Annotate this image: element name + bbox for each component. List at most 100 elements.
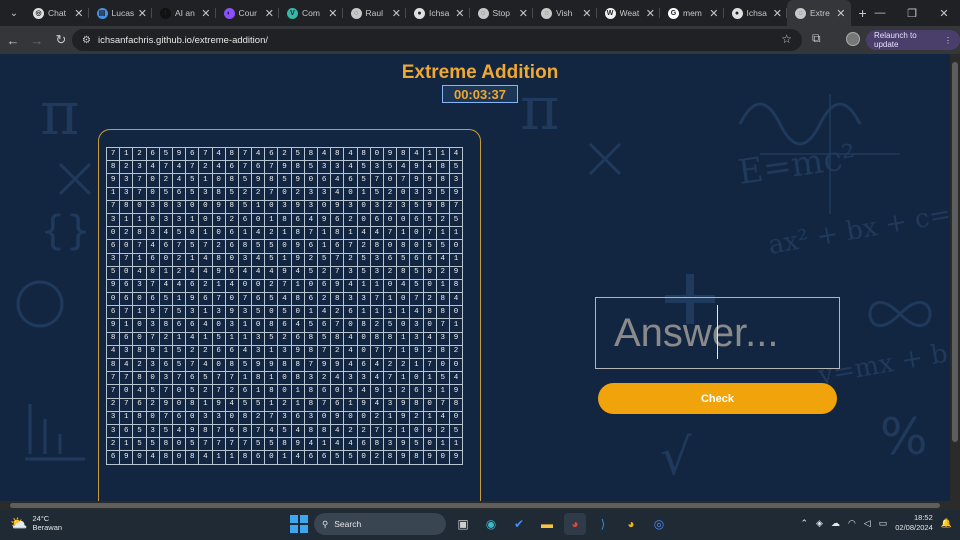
browser-tab[interactable]: Gmem ✕ xyxy=(660,0,724,26)
grid-cell: 5 xyxy=(409,437,424,452)
grid-cell: 7 xyxy=(211,384,226,399)
back-arrow-icon[interactable]: ← xyxy=(2,29,24,51)
clock[interactable]: 18:52 02/08/2024 xyxy=(895,513,933,533)
browser-tab[interactable]: ◌ Raul ✕ xyxy=(343,0,407,26)
grid-cell: 7 xyxy=(158,305,173,320)
battery-icon[interactable]: ▭ xyxy=(879,518,888,529)
grid-cell: 8 xyxy=(277,212,292,228)
tab-close-icon[interactable]: ✕ xyxy=(709,7,718,20)
reload-icon[interactable]: ↻ xyxy=(50,29,72,51)
browser-tab[interactable]: ● Ichsa ✕ xyxy=(406,0,470,26)
grid-cell: 7 xyxy=(264,410,279,425)
clock-date: 02/08/2024 xyxy=(895,523,933,532)
browser-tab[interactable]: W Weat ✕ xyxy=(597,0,661,26)
weather-widget[interactable]: ⛅ 24°C Berawan xyxy=(10,514,62,532)
task-view-icon[interactable]: ▣ xyxy=(452,513,474,535)
grid-cell: 4 xyxy=(211,160,226,175)
grid-cell: 6 xyxy=(105,450,121,465)
grid-cell: 1 xyxy=(185,252,200,267)
grid-cell: 9 xyxy=(185,423,200,439)
grid-cell: 5 xyxy=(211,331,226,346)
tab-search-chevron-icon[interactable]: ⌄ xyxy=(3,3,25,23)
wifi-icon[interactable]: ◠ xyxy=(848,518,856,529)
grid-cell: 2 xyxy=(343,252,358,267)
grid-row: 438915226643139872407719282 xyxy=(105,344,464,360)
browser-tab[interactable]: ◌ Extre ✕ xyxy=(787,0,851,26)
todo-icon[interactable]: ✔ xyxy=(508,513,530,535)
restore-icon[interactable]: ❐ xyxy=(896,0,928,26)
chrome-icon[interactable]: ◕ xyxy=(564,513,586,535)
tab-close-icon[interactable]: ✕ xyxy=(646,7,655,20)
close-window-icon[interactable]: ✕ xyxy=(928,0,960,26)
grid-row: 137056538522702334015203359 xyxy=(105,186,464,201)
tab-favicon-icon: V xyxy=(287,7,298,19)
vertical-scrollbar[interactable] xyxy=(950,54,960,501)
grid-cell: 8 xyxy=(105,331,121,346)
grid-cell: 1 xyxy=(435,278,450,294)
grid-cell: 8 xyxy=(211,252,226,267)
grid-cell: 4 xyxy=(435,410,450,425)
browser-tab[interactable]: ● Ichsa ✕ xyxy=(724,0,788,26)
grid-cell: 0 xyxy=(356,331,371,346)
tab-close-icon[interactable]: ✕ xyxy=(138,7,147,20)
browser-tab[interactable]: ◐ Cour ✕ xyxy=(216,0,280,26)
windows-start-icon[interactable] xyxy=(290,515,308,533)
more-menu-icon[interactable]: ⋮ xyxy=(944,36,952,45)
grid-cell: 7 xyxy=(211,292,226,307)
grid-cell: 4 xyxy=(264,423,279,439)
tab-close-icon[interactable]: ✕ xyxy=(74,7,83,20)
tab-favicon-icon: ◌ xyxy=(795,7,806,19)
grid-cell: 5 xyxy=(145,437,160,452)
grid-cell: 9 xyxy=(330,199,345,214)
volume-icon[interactable]: ◁ xyxy=(864,518,871,529)
browser-tab[interactable]: t AI an ✕ xyxy=(152,0,216,26)
grid-cell: 1 xyxy=(435,437,450,452)
hscroll-thumb[interactable] xyxy=(10,503,940,508)
grid-cell: 0 xyxy=(132,450,147,465)
taskbar-search[interactable]: ⚲ Search xyxy=(314,513,446,535)
bookmark-star-icon[interactable]: ☆ xyxy=(781,32,792,46)
browser-tab[interactable]: V Com ✕ xyxy=(279,0,343,26)
address-bar[interactable]: ⚙ ichsanfachris.github.io/extreme-additi… xyxy=(72,29,802,51)
grid-cell: 4 xyxy=(237,265,253,280)
grid-cell: 6 xyxy=(224,160,239,175)
relaunch-button[interactable]: Relaunch to update ⋮ xyxy=(866,30,960,50)
profile-avatar[interactable] xyxy=(846,32,860,46)
browser-tab[interactable]: ◎ Chat ✕ xyxy=(25,0,89,26)
grid-cell: 8 xyxy=(132,410,147,425)
tab-close-icon[interactable]: ✕ xyxy=(519,7,528,20)
tab-close-icon[interactable]: ✕ xyxy=(265,7,274,20)
network-icon[interactable]: ◈ xyxy=(816,518,823,529)
grid-cell: 3 xyxy=(277,344,292,360)
grid-cell: 7 xyxy=(198,146,213,162)
chevron-up-icon[interactable]: ⌃ xyxy=(800,518,808,529)
tab-close-icon[interactable]: ✕ xyxy=(201,7,210,20)
tab-close-icon[interactable]: ✕ xyxy=(773,7,782,20)
grid-cell: 4 xyxy=(343,160,358,175)
tab-close-icon[interactable]: ✕ xyxy=(455,7,464,20)
grid-cell: 0 xyxy=(211,357,226,373)
tab-close-icon[interactable]: ✕ xyxy=(392,7,401,20)
chrome-profile-icon[interactable]: ◕ xyxy=(620,513,642,535)
minimize-icon[interactable]: — xyxy=(864,0,896,26)
site-info-icon[interactable]: ⚙ xyxy=(82,35,91,46)
notification-bell-icon[interactable]: 🔔 xyxy=(941,518,952,529)
extensions-icon[interactable]: ⧉ xyxy=(812,31,821,46)
tab-close-icon[interactable]: ✕ xyxy=(836,7,845,20)
check-button[interactable]: Check xyxy=(598,383,837,414)
app-blue-icon[interactable]: ◎ xyxy=(648,513,670,535)
onedrive-icon[interactable]: ☁ xyxy=(831,518,840,529)
grid-cell: 4 xyxy=(316,146,332,162)
horizontal-scrollbar[interactable] xyxy=(0,501,960,510)
browser-tab[interactable]: ▤ Lucas ✕ xyxy=(89,0,153,26)
browser-tab[interactable]: ◌ Vish ✕ xyxy=(533,0,597,26)
grid-cell: 3 xyxy=(145,357,160,373)
browser-tab[interactable]: ◌ Stop ✕ xyxy=(470,0,534,26)
vscode-icon[interactable]: ⟩ xyxy=(592,513,614,535)
edge-icon[interactable]: ◉ xyxy=(480,513,502,535)
scrollbar-thumb[interactable] xyxy=(952,62,958,442)
file-explorer-icon[interactable]: ▬ xyxy=(536,513,558,535)
tab-close-icon[interactable]: ✕ xyxy=(582,7,591,20)
tab-close-icon[interactable]: ✕ xyxy=(328,7,337,20)
forward-arrow-icon[interactable]: → xyxy=(26,29,48,51)
